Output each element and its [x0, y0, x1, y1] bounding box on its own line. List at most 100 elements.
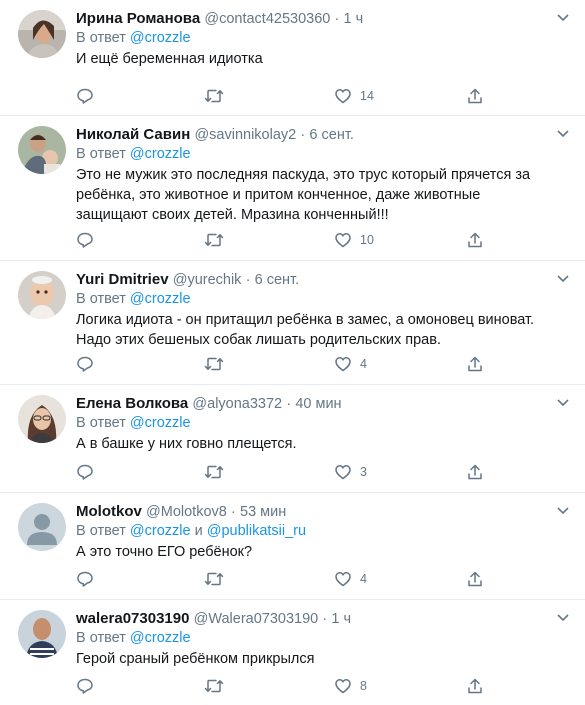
heart-icon [335, 357, 351, 372]
reply-prefix: В ответ [76, 523, 126, 539]
author-handle[interactable]: @savinnikolay2 [194, 127, 296, 143]
author-handle[interactable]: @Molotkov8 [146, 504, 227, 520]
retweet-button[interactable] [204, 676, 224, 696]
user-avatar[interactable] [18, 126, 66, 174]
tweet-time[interactable]: 1 ч [344, 11, 364, 27]
reply-mention-link[interactable]: @publikatsii_ru [207, 523, 306, 539]
share-icon [468, 464, 482, 480]
user-avatar[interactable] [18, 610, 66, 658]
reply-button[interactable] [76, 86, 94, 106]
reply-mention-link[interactable]: @crozzle [130, 523, 191, 539]
reply-button[interactable] [76, 230, 94, 250]
chevron-down-icon[interactable] [555, 394, 571, 410]
share-button[interactable] [466, 86, 484, 106]
heart-icon [335, 679, 351, 694]
tweet-actions: 4 [76, 354, 585, 374]
like-count: 4 [360, 357, 367, 371]
tweet-header: Николай Савин @savinnikolay2 · 6 сент. [76, 125, 555, 145]
share-icon [468, 678, 482, 694]
reply-icon [77, 88, 93, 104]
reply-mention-link[interactable]: @crozzle [130, 30, 191, 46]
reply-context: В ответ @crozzle [76, 29, 191, 48]
reply-button[interactable] [76, 569, 94, 589]
user-avatar[interactable] [18, 10, 66, 58]
tweet-text: А это точно ЕГО ребёнок? [76, 544, 253, 560]
reply-mention-link[interactable]: @crozzle [130, 146, 191, 162]
reply-context: В ответ @crozzle [76, 414, 191, 433]
share-icon [468, 356, 482, 372]
tweet-actions: 4 [76, 569, 585, 589]
retweet-button[interactable] [204, 230, 224, 250]
tweet-text: Это не мужик это последняя паскуда, это … [76, 167, 531, 223]
retweet-button[interactable] [204, 462, 224, 482]
reply-mention-link[interactable]: @crozzle [130, 291, 191, 307]
author-name[interactable]: Yuri Dmitriev [76, 271, 169, 288]
share-button[interactable] [466, 230, 484, 250]
retweet-button[interactable] [204, 86, 224, 106]
user-avatar[interactable] [18, 395, 66, 443]
like-button[interactable]: 4 [334, 354, 367, 374]
tweet-header: Molotkov @Molotkov8 · 53 мин [76, 502, 555, 522]
like-button[interactable]: 4 [334, 569, 367, 589]
reply-prefix: В ответ [76, 630, 126, 646]
like-count: 4 [360, 572, 367, 586]
heart-icon [335, 89, 351, 104]
reply-mention-link[interactable]: @crozzle [130, 630, 191, 646]
author-name[interactable]: Molotkov [76, 503, 142, 520]
like-button[interactable]: 14 [334, 86, 374, 106]
author-name[interactable]: Елена Волкова [76, 395, 188, 412]
author-handle[interactable]: @yurechik [173, 272, 242, 288]
tweet[interactable]: Molotkov @Molotkov8 · 53 мин В ответ @cr… [0, 493, 585, 600]
retweet-button[interactable] [204, 569, 224, 589]
retweet-icon [204, 572, 224, 586]
like-count: 10 [360, 233, 374, 247]
like-count: 8 [360, 679, 367, 693]
tweet-actions: 3 [76, 462, 585, 482]
chevron-down-icon[interactable] [555, 609, 571, 625]
author-name[interactable]: walera07303190 [76, 610, 189, 627]
reply-prefix: В ответ [76, 146, 126, 162]
share-button[interactable] [466, 676, 484, 696]
reply-context: В ответ @crozzle [76, 145, 191, 164]
tweet[interactable]: walera07303190 @Walera07303190 · 1 ч В о… [0, 600, 585, 705]
tweet-time[interactable]: 6 сент. [255, 272, 299, 288]
reply-icon [77, 232, 93, 248]
user-avatar[interactable] [18, 271, 66, 319]
tweet-actions: 10 [76, 230, 585, 250]
share-button[interactable] [466, 462, 484, 482]
reply-button[interactable] [76, 462, 94, 482]
author-handle[interactable]: @alyona3372 [192, 396, 282, 412]
tweet-time[interactable]: 6 сент. [309, 127, 353, 143]
author-name[interactable]: Николай Савин [76, 126, 190, 143]
reply-icon [77, 356, 93, 372]
chevron-down-icon[interactable] [555, 270, 571, 286]
like-button[interactable]: 8 [334, 676, 367, 696]
tweet-header: walera07303190 @Walera07303190 · 1 ч [76, 609, 555, 629]
share-button[interactable] [466, 354, 484, 374]
retweet-icon [204, 357, 224, 371]
tweet[interactable]: Николай Савин @savinnikolay2 · 6 сент. В… [0, 116, 585, 261]
like-button[interactable]: 10 [334, 230, 374, 250]
tweet[interactable]: Ирина Романова @contact42530360 · 1 ч В … [0, 0, 585, 116]
tweet[interactable]: Елена Волкова @alyona3372 · 40 мин В отв… [0, 385, 585, 493]
tweet[interactable]: Yuri Dmitriev @yurechik · 6 сент. В отве… [0, 261, 585, 385]
reply-button[interactable] [76, 354, 94, 374]
author-handle[interactable]: @Walera07303190 [194, 611, 319, 627]
reply-button[interactable] [76, 676, 94, 696]
like-count: 3 [360, 465, 367, 479]
chevron-down-icon[interactable] [555, 125, 571, 141]
retweet-icon [204, 465, 224, 479]
reply-mention-link[interactable]: @crozzle [130, 415, 191, 431]
user-avatar[interactable] [18, 503, 66, 551]
chevron-down-icon[interactable] [555, 9, 571, 25]
retweet-button[interactable] [204, 354, 224, 374]
tweet-time[interactable]: 1 ч [331, 611, 351, 627]
share-button[interactable] [466, 569, 484, 589]
author-name[interactable]: Ирина Романова [76, 10, 200, 27]
author-handle[interactable]: @contact42530360 [204, 11, 330, 27]
chevron-down-icon[interactable] [555, 502, 571, 518]
like-button[interactable]: 3 [334, 462, 367, 482]
tweet-time[interactable]: 53 мин [240, 504, 286, 520]
share-icon [468, 571, 482, 587]
tweet-time[interactable]: 40 мин [295, 396, 341, 412]
